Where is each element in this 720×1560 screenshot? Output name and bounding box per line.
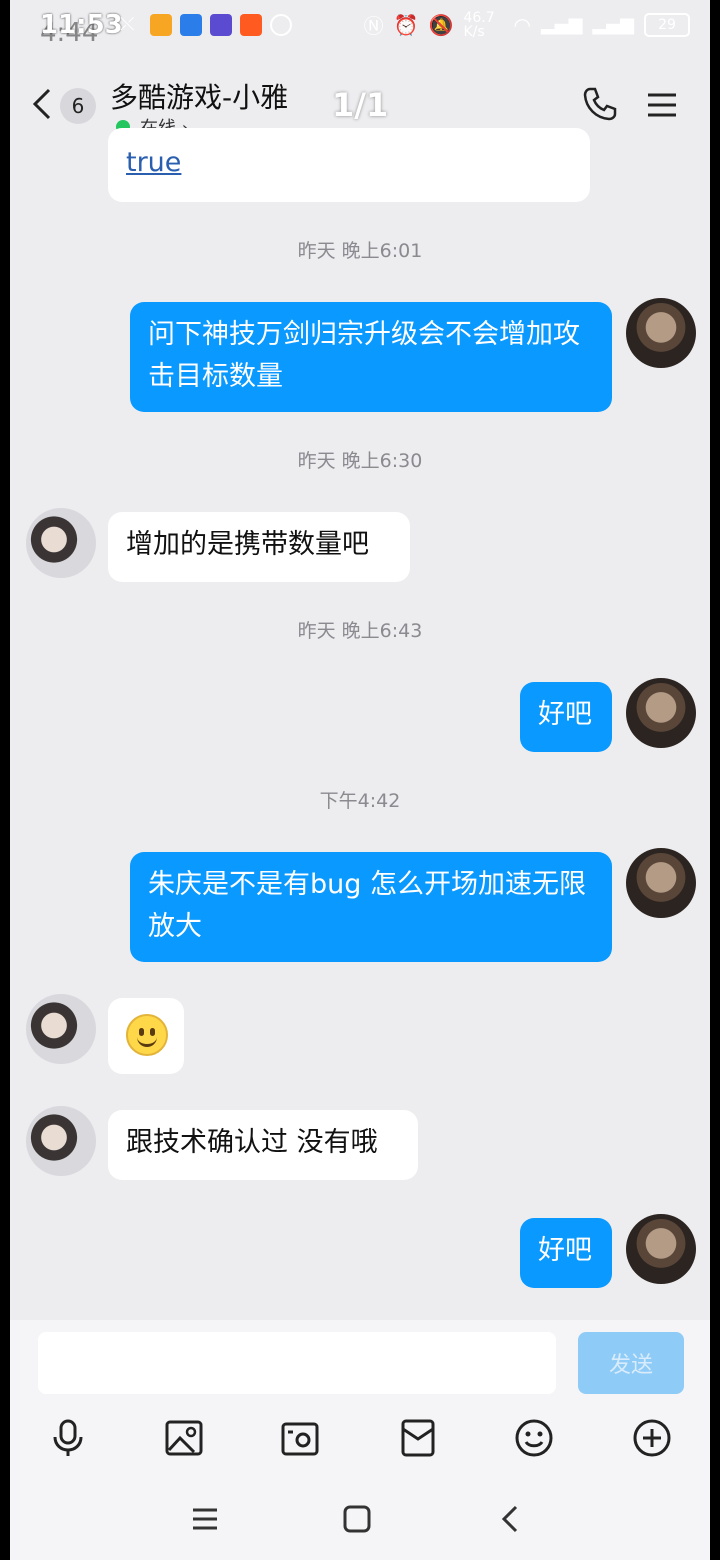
red-packet-icon[interactable] <box>398 1418 438 1458</box>
signal-icon: ▂▄▆ <box>540 14 583 35</box>
nfc-icon: Ⓝ <box>363 14 384 38</box>
system-icons: Ⓝ ⏰ 🔕 46.7 K/s ◠ ▂▄▆ ▂▄▆ 29 <box>364 10 690 39</box>
emoji-icon[interactable] <box>514 1418 554 1458</box>
message-bubble-incoming[interactable]: true <box>108 128 590 202</box>
send-button[interactable]: 发送 <box>578 1332 684 1394</box>
my-avatar[interactable] <box>626 1214 696 1284</box>
message-bubble-outgoing[interactable]: 好吧 <box>520 1218 612 1288</box>
message-list[interactable]: true 昨天 晚上6:01 问下神技万剑归宗升级会不会增加攻击目标数量 昨天 … <box>10 128 710 1320</box>
app-notification-icon <box>150 14 172 36</box>
timestamp: 昨天 晚上6:01 <box>297 240 423 262</box>
message-bubble-outgoing[interactable]: 好吧 <box>520 682 612 752</box>
chat-screen: 4:44 11:53 ⤬ Ⓝ ⏰ 🔕 46.7 K/s ◠ ▂▄▆ ▂▄▆ 29… <box>10 0 710 1560</box>
my-avatar[interactable] <box>626 678 696 748</box>
home-icon[interactable] <box>340 1502 374 1536</box>
message-input[interactable] <box>38 1332 556 1394</box>
message-bubble-outgoing[interactable]: 朱庆是不是有bug 怎么开场加速无限放大 <box>130 852 612 962</box>
message-link[interactable]: true <box>126 147 181 178</box>
unread-count-badge[interactable]: 6 <box>60 88 96 124</box>
status-time: 11:53 <box>40 10 123 40</box>
settings-menu-icon[interactable] <box>646 90 678 120</box>
contact-avatar[interactable] <box>26 994 96 1064</box>
timestamp: 昨天 晚上6:30 <box>297 450 423 472</box>
message-bubble-incoming[interactable]: 跟技术确认过 没有哦 <box>108 1110 418 1180</box>
smiley-emoji-icon <box>126 1014 168 1056</box>
system-nav-bar <box>10 1480 710 1560</box>
recent-apps-icon[interactable] <box>188 1502 222 1536</box>
camera-icon[interactable] <box>280 1418 320 1458</box>
message-bubble-incoming[interactable]: 增加的是携带数量吧 <box>108 512 410 582</box>
contact-avatar[interactable] <box>26 508 96 578</box>
timestamp: 昨天 晚上6:43 <box>297 620 423 642</box>
wifi-icon: ◠ <box>513 12 531 37</box>
status-bar: 4:44 11:53 ⤬ Ⓝ ⏰ 🔕 46.7 K/s ◠ ▂▄▆ ▂▄▆ 29 <box>10 0 710 58</box>
input-bar: 发送 <box>10 1320 710 1480</box>
plus-icon[interactable] <box>632 1418 672 1458</box>
app-notification-icon <box>210 14 232 36</box>
back-nav-icon[interactable] <box>494 1502 528 1536</box>
notification-icons: ⤬ <box>120 14 292 36</box>
image-icon[interactable] <box>164 1418 204 1458</box>
app-notification-icon <box>180 14 202 36</box>
phone-icon[interactable] <box>582 86 618 122</box>
microphone-icon[interactable] <box>48 1418 88 1458</box>
network-speed: 46.7 K/s <box>463 9 495 40</box>
signal-icon: ▂▄▆ <box>592 14 634 35</box>
speed-icon <box>270 14 292 36</box>
battery-indicator: 29 <box>644 12 690 37</box>
contact-avatar[interactable] <box>26 1106 96 1176</box>
page-counter: 1/1 <box>332 86 389 124</box>
timestamp: 下午4:42 <box>319 790 401 812</box>
message-bubble-outgoing[interactable]: 问下神技万剑归宗升级会不会增加攻击目标数量 <box>130 302 612 412</box>
taobao-icon <box>240 14 262 36</box>
mute-icon: 🔕 <box>428 12 454 37</box>
back-arrow-icon[interactable] <box>32 88 52 120</box>
alarm-icon: ⏰ <box>393 12 419 37</box>
my-avatar[interactable] <box>626 298 696 368</box>
missed-call-icon: ⤬ <box>120 14 135 35</box>
contact-name[interactable]: 多酷游戏-小雅 <box>110 76 288 116</box>
message-bubble-incoming[interactable] <box>108 998 184 1074</box>
my-avatar[interactable] <box>626 848 696 918</box>
